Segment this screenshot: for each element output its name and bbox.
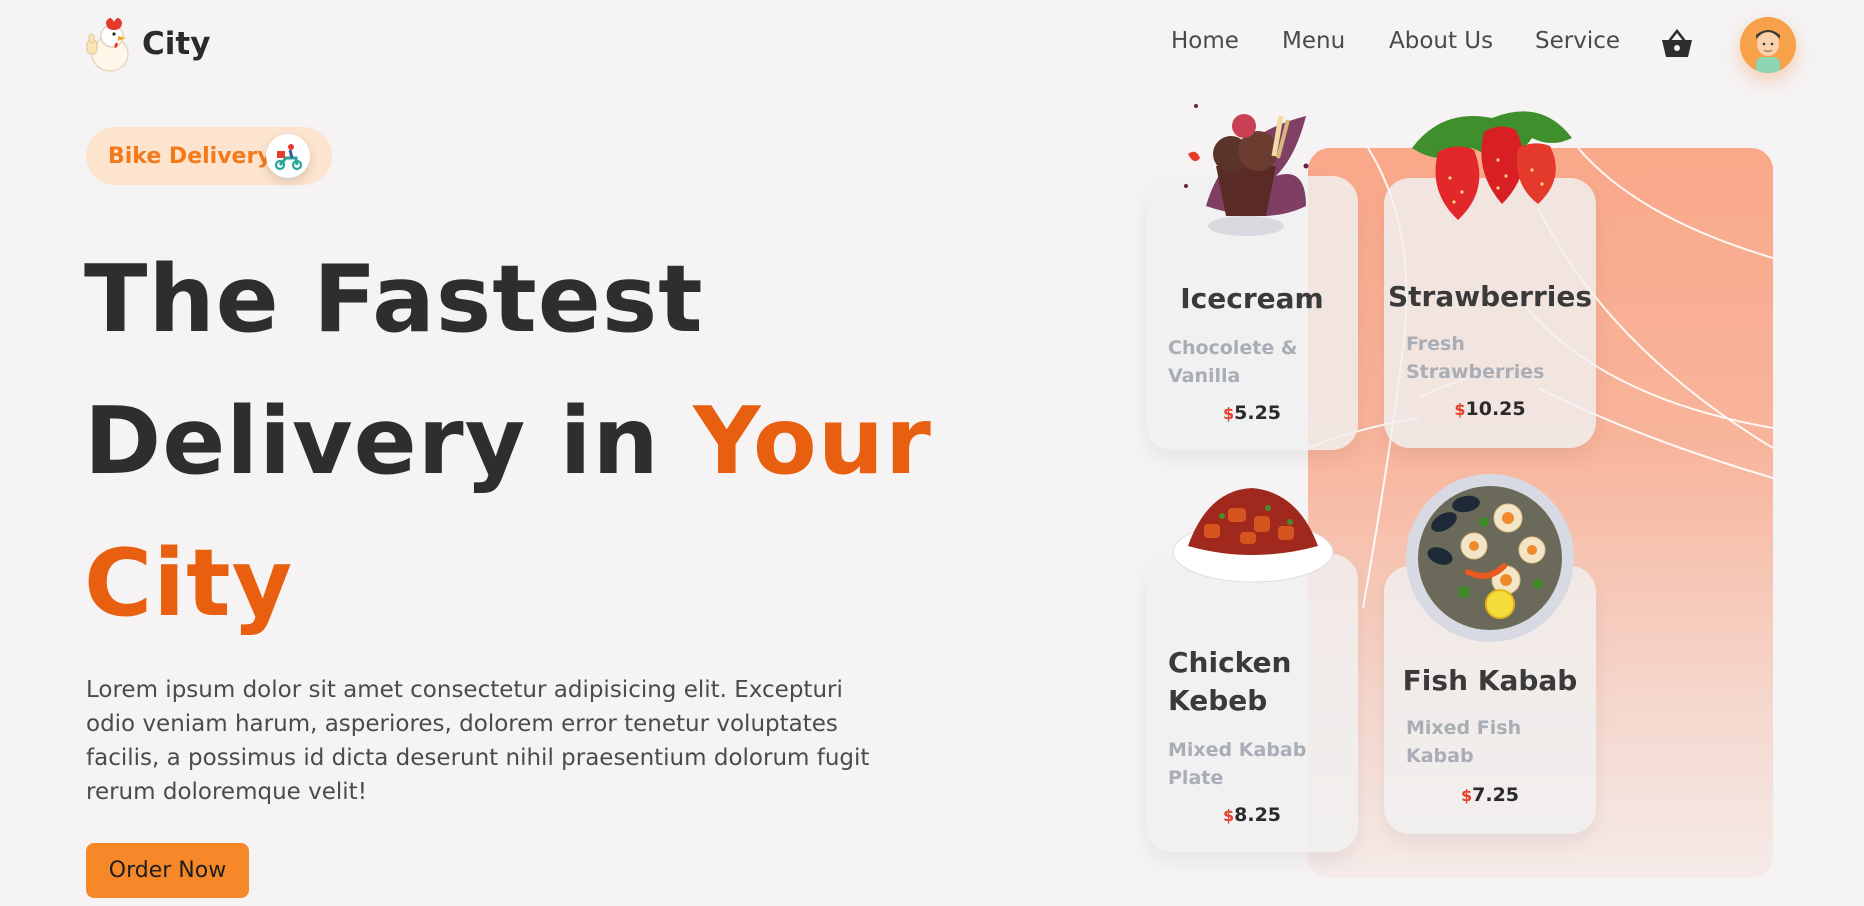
headline-line-2a: Delivery in — [84, 387, 694, 495]
icecream-image — [1184, 104, 1309, 236]
nav-link-about-us[interactable]: About Us — [1389, 28, 1493, 54]
user-avatar[interactable] — [1740, 17, 1796, 73]
nav-link-service[interactable]: Service — [1535, 28, 1620, 54]
order-now-button[interactable]: Order Now — [86, 843, 249, 898]
badge-label: Bike Delivery — [108, 143, 272, 169]
basket-icon[interactable] — [1660, 28, 1694, 60]
currency-symbol: $ — [1460, 786, 1473, 805]
landing-page: City Home Menu About Us Service Bike Del… — [0, 0, 1864, 906]
card-title: Fish Kabab — [1402, 664, 1578, 697]
price-value: 5.25 — [1234, 402, 1282, 424]
card-title: Chicken Kebeb — [1168, 646, 1292, 717]
avatar-face-icon — [1756, 30, 1780, 73]
chicken-kebab-image — [1172, 488, 1334, 583]
price-value: 10.25 — [1465, 398, 1526, 420]
card-subtitle: Fresh Strawberries — [1406, 333, 1545, 383]
card-price: $10.25 — [1384, 398, 1596, 420]
currency-symbol: $ — [1454, 400, 1466, 419]
card-title: Strawberries — [1387, 280, 1593, 313]
currency-symbol: $ — [1222, 404, 1235, 423]
card-price: $5.25 — [1146, 402, 1358, 424]
headline-line-1: The Fastest — [84, 245, 704, 353]
price-value: 8.25 — [1234, 804, 1282, 826]
card-price: $7.25 — [1384, 784, 1596, 806]
card-price: $8.25 — [1146, 804, 1358, 826]
card-subtitle: Chocolete & Vanilla — [1168, 337, 1298, 387]
currency-symbol: $ — [1222, 806, 1235, 825]
nav-link-home[interactable]: Home — [1171, 28, 1239, 54]
hero-headline: The Fastest Delivery in Your City — [84, 228, 984, 654]
strawberries-image — [1412, 111, 1572, 220]
main-nav: Home Menu About Us Service — [0, 28, 1864, 64]
scooter-delivery-icon — [266, 134, 310, 178]
hero-description: Lorem ipsum dolor sit amet consectetur a… — [86, 677, 870, 805]
price-value: 7.25 — [1472, 784, 1520, 806]
headline-accent-city: City — [84, 529, 294, 637]
bike-delivery-badge: Bike Delivery — [86, 127, 332, 185]
nav-link-menu[interactable]: Menu — [1282, 28, 1345, 54]
card-subtitle: Mixed Fish Kabab — [1406, 717, 1522, 767]
menu-card-chicken-kebeb[interactable]: Chicken Kebeb Mixed Kabab Plate $8.25 — [1146, 554, 1358, 852]
headline-accent-your: Your — [693, 387, 932, 495]
card-title: Icecream — [1180, 282, 1324, 315]
card-subtitle: Mixed Kabab Plate — [1168, 739, 1307, 789]
fish-kabab-image — [1406, 474, 1574, 642]
